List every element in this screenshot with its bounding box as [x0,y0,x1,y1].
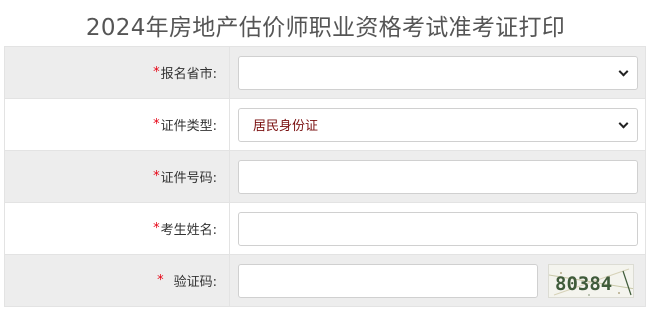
id-number-field-cell [230,151,645,202]
captcha-field-cell: 80384 [230,255,645,306]
admission-ticket-form: * 报名省市: * 证件类型: 居民身份证 * 证件号码: * 考生姓名: * … [4,46,646,307]
required-mark: * [153,117,160,132]
page-title: 2024年房地产估价师职业资格考试准考证打印 [85,15,566,41]
row-id-number: * 证件号码: [5,151,645,203]
id-number-label: 证件号码: [160,171,217,186]
province-label: 报名省市: [160,67,217,82]
id-number-input[interactable] [238,159,638,194]
required-mark: * [153,169,160,184]
required-mark: * [153,65,160,80]
required-mark: * [157,273,164,288]
row-captcha: * 验证码: 80384 [5,255,645,307]
captcha-label-cell: * 验证码: [5,255,230,306]
row-name: * 考生姓名: [5,203,645,255]
id-type-label-cell: * 证件类型: [5,99,230,150]
name-label-cell: * 考生姓名: [5,203,230,254]
captcha-input[interactable] [238,263,538,298]
captcha-image[interactable]: 80384 [548,263,634,298]
captcha-graphic: 80384 [549,268,633,296]
row-id-type: * 证件类型: 居民身份证 [5,99,645,151]
chevron-down-icon [618,66,629,77]
captcha-label: 验证码: [173,275,217,290]
name-label: 考生姓名: [160,223,217,238]
province-select[interactable] [238,55,638,90]
id-number-label-cell: * 证件号码: [5,151,230,202]
id-type-field-cell: 居民身份证 [230,99,645,150]
province-label-cell: * 报名省市: [5,47,230,98]
name-input[interactable] [238,211,638,246]
required-mark: * [153,221,160,236]
captcha-text: 80384 [555,273,612,295]
row-province: * 报名省市: [5,47,645,99]
id-type-label: 证件类型: [160,119,217,134]
chevron-down-icon [618,118,629,129]
province-field-cell [230,47,645,98]
name-field-cell [230,203,645,254]
id-type-select-value: 居民身份证 [253,119,319,134]
id-type-select[interactable]: 居民身份证 [238,107,638,142]
